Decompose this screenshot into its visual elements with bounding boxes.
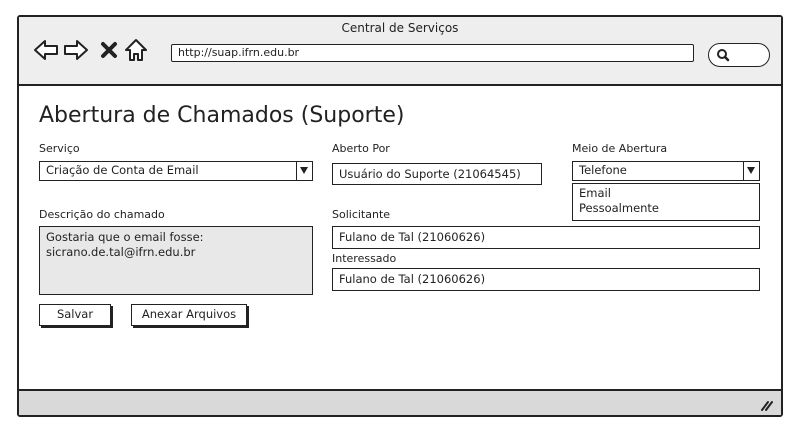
chevron-down-icon[interactable] — [296, 162, 312, 180]
interessado-label: Interessado — [332, 252, 397, 265]
home-icon[interactable] — [123, 37, 149, 63]
browser-window: Central de Serviços http://suap.ifrn.edu… — [17, 15, 783, 417]
page-title: Abertura de Chamados (Suporte) — [39, 103, 405, 128]
search-icon — [717, 49, 730, 62]
attach-files-button[interactable]: Anexar Arquivos — [131, 304, 247, 326]
save-button[interactable]: Salvar — [39, 304, 111, 326]
meio-abertura-value: Telefone — [579, 163, 627, 177]
close-icon[interactable] — [97, 37, 123, 63]
descricao-label: Descrição do chamado — [39, 208, 165, 221]
descricao-line: sicrano.de.tal@ifrn.edu.br — [46, 245, 196, 259]
option-email[interactable]: Email — [579, 186, 753, 201]
solicitante-field[interactable]: Fulano de Tal (21060626) — [332, 226, 760, 249]
window-title: Central de Serviços — [341, 21, 459, 35]
descricao-line: Gostaria que o email fosse: — [46, 230, 204, 244]
option-pessoalmente[interactable]: Pessoalmente — [579, 201, 753, 216]
servico-value: Criação de Conta de Email — [46, 163, 199, 177]
browser-search-box[interactable] — [708, 43, 770, 67]
resize-grip-icon[interactable] — [759, 399, 773, 411]
meio-abertura-select[interactable]: Telefone — [572, 161, 760, 181]
solicitante-label: Solicitante — [332, 208, 391, 221]
servico-select[interactable]: Criação de Conta de Email — [39, 161, 313, 181]
meio-abertura-options: Email Pessoalmente — [572, 183, 760, 221]
aberto-por-label: Aberto Por — [332, 142, 390, 155]
browser-chrome: Central de Serviços http://suap.ifrn.edu… — [19, 17, 781, 86]
chevron-down-icon[interactable] — [743, 162, 759, 180]
url-bar[interactable]: http://suap.ifrn.edu.br — [171, 44, 694, 62]
aberto-por-field[interactable]: Usuário do Suporte (21064545) — [332, 163, 542, 185]
interessado-field[interactable]: Fulano de Tal (21060626) — [332, 268, 760, 291]
descricao-textarea[interactable]: Gostaria que o email fosse: sicrano.de.t… — [39, 226, 313, 295]
meio-abertura-label: Meio de Abertura — [572, 142, 668, 155]
servico-label: Serviço — [39, 142, 80, 155]
forward-arrow-icon[interactable] — [63, 37, 89, 63]
back-arrow-icon[interactable] — [33, 37, 59, 63]
status-bar — [19, 389, 781, 415]
